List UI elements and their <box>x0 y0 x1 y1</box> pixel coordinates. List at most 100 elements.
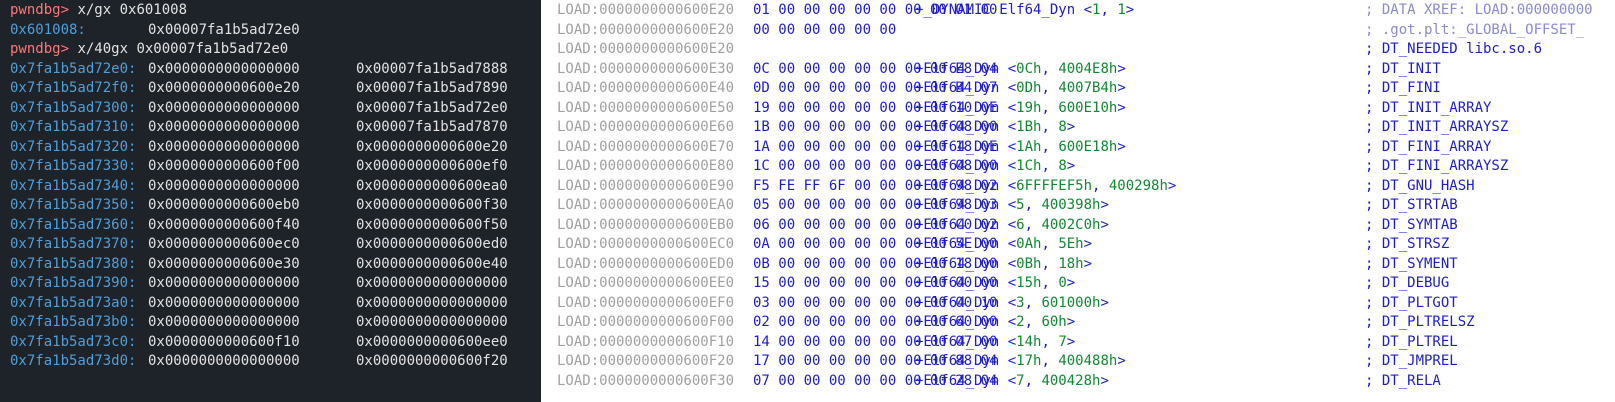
dyn-tag-comment: ; DT_SYMENT <box>1365 255 1458 272</box>
collapse-chevron-icon[interactable]: › <box>541 351 543 371</box>
collapse-chevron-icon[interactable]: › <box>541 293 543 313</box>
collapse-chevron-icon[interactable]: › <box>541 371 543 391</box>
collapse-chevron-icon[interactable]: › <box>541 98 543 118</box>
memory-value-qword: 0x0000000000600e30 <box>148 255 300 272</box>
disasm-line[interactable]: ›LOAD:0000000000600EF003 00 00 00 00 00 … <box>541 293 1615 313</box>
memory-address: 0x7fa1b5ad7390: <box>10 275 137 291</box>
elf64-dyn-structure[interactable]: +Elf64_Dyn <0Dh, 4007B4h> <box>915 78 1126 98</box>
ida-disassembly-view[interactable]: › LOAD:0000000000600E20 0 1 00 00 00 00 00 … <box>541 0 1615 402</box>
struct-type-text: +Elf64_Dyn < <box>915 158 1017 174</box>
xref-comment[interactable]: ; DATA XREF: LOAD:000000000 <box>1365 0 1593 20</box>
memory-address: 0x7fa1b5ad73d0: <box>10 353 137 369</box>
memory-dump-row: 0x7fa1b5ad7340: 0x0000000000000000 0x00000… <box>10 176 508 196</box>
disasm-line[interactable]: LOAD:0000000000600E20 ; DT_NEEDED libc.so… <box>541 39 1615 59</box>
struct-close: > <box>1066 314 1076 330</box>
memory-address: 0x7fa1b5ad7360: <box>10 216 137 233</box>
disasm-line[interactable]: ›LOAD:0000000000600F0002 00 00 00 00 00 … <box>541 312 1615 332</box>
dyn-tag-value: 1Bh <box>1016 119 1042 135</box>
xref-comment[interactable]: ; .got.plt:_GLOBAL_OFFSET_ <box>1365 20 1584 40</box>
collapse-chevron-icon[interactable]: › <box>541 59 543 79</box>
elf64-dyn-structure[interactable]: +Elf64_Dyn <17h, 400488h> <box>915 351 1126 371</box>
struct-close: > <box>1125 2 1135 18</box>
struct-close: > <box>1066 333 1076 350</box>
disasm-line[interactable]: ›LOAD:0000000000600E400D 00 00 00 00 00 … <box>541 78 1615 98</box>
collapse-chevron-icon[interactable]: › <box>541 156 543 176</box>
struct-close: > <box>1100 294 1109 311</box>
disasm-line[interactable]: ›LOAD:0000000000600EA005 00 00 00 00 00 … <box>541 195 1615 215</box>
collapse-chevron-icon[interactable]: › <box>541 254 543 274</box>
gdb-command-line: pwndbg> x/gx 0x601008 <box>10 0 187 20</box>
dyn-value: 5Eh <box>1058 236 1084 252</box>
elf64-dyn-structure[interactable]: +Elf64_Dyn <1Ah, 600E18h> <box>915 137 1126 157</box>
memory-value-qword: 0x0000000000600f20 <box>356 353 508 369</box>
dyn-tag-comment: ; DT_SYMTAB <box>1365 216 1458 233</box>
collapse-chevron-icon[interactable]: › <box>541 312 543 332</box>
dyn-tag-comment: ; DT_PLTREL <box>1365 333 1458 350</box>
disasm-line[interactable]: ›LOAD:0000000000600F2017 00 00 00 00 00 … <box>541 351 1615 371</box>
elf64-dyn-structure[interactable]: +Elf64_Dyn <0Ch, 4004E8h> <box>915 59 1126 79</box>
dyn-value: 601000h <box>1041 294 1101 311</box>
elf64-dyn-structure[interactable]: +Elf64_Dyn <1Bh, 8> <box>915 117 1075 137</box>
struct-separator: , <box>1041 158 1059 174</box>
struct-type-text: +Elf64_Dyn < <box>915 353 1017 369</box>
memory-dump-row: 0x7fa1b5ad7320: 0x0000000000000000 0x00000… <box>10 137 508 157</box>
struct-type-text: +Elf64_Dyn < <box>915 372 1017 389</box>
disasm-line[interactable]: ›LOAD:0000000000600E5019 00 00 00 00 00 … <box>541 98 1615 118</box>
disasm-line[interactable]: ›LOAD:0000000000600E801C 00 00 00 00 00 … <box>541 156 1615 176</box>
disasm-line[interactable]: ›LOAD:0000000000600EE015 00 00 00 00 00 … <box>541 273 1615 293</box>
gdb-terminal-pane[interactable]: pwndbg> x/gx 0x601008 0x601008: 0x00007fa1… <box>0 0 541 402</box>
dyn-tag-value: 1Ch <box>1016 158 1042 174</box>
disasm-line[interactable]: ›LOAD:0000000000600E701A 00 00 00 00 00 … <box>541 137 1615 157</box>
memory-dump-row: 0x7fa1b5ad7310: 0x0000000000000000 0x00007… <box>10 117 508 137</box>
elf64-dyn-structure[interactable]: +Elf64_Dyn <14h, 7> <box>915 332 1075 352</box>
dyn-value: 7 <box>1058 333 1067 350</box>
memory-value-qword: 0x0000000000600e20 <box>356 138 508 155</box>
struct-close: > <box>1100 197 1109 213</box>
struct-type-text: +Elf64_Dyn < <box>915 255 1017 272</box>
collapse-chevron-icon[interactable]: › <box>541 234 543 254</box>
dyn-tag-value: 0Dh <box>1016 80 1042 96</box>
elf64-dyn-structure[interactable]: +Elf64_Dyn <6, 4002C0h> <box>915 215 1109 235</box>
disasm-line[interactable]: ›LOAD:0000000000600E300C 00 00 00 00 00 … <box>541 59 1615 79</box>
disasm-line[interactable]: ›LOAD:0000000000600EB006 00 00 00 00 00 … <box>541 215 1615 235</box>
memory-value-qword: 0x0000000000000000 <box>148 99 300 116</box>
collapse-chevron-icon[interactable]: › <box>541 332 543 352</box>
elf64-dyn-structure[interactable]: +Elf64_Dyn <0Bh, 18h> <box>915 254 1092 274</box>
memory-dump-row: 0x7fa1b5ad7350: 0x0000000000600eb0 0x00000… <box>10 195 508 215</box>
elf64-dyn-structure[interactable]: +Elf64_Dyn <0Ah, 5Eh> <box>915 234 1092 254</box>
disasm-line[interactable]: ›LOAD:0000000000600F3007 00 00 00 00 00 … <box>541 371 1615 391</box>
memory-value-qword: 0x0000000000600e20 <box>148 80 300 96</box>
collapse-chevron-icon[interactable]: › <box>541 137 543 157</box>
dyn-tag-comment: ; DT_PLTGOT <box>1365 294 1458 311</box>
collapse-chevron-icon[interactable]: › <box>541 117 543 137</box>
segment-address: LOAD:0000000000600F00 <box>557 314 735 330</box>
disasm-line[interactable]: ›LOAD:0000000000600E2001 00 00 00 00 00 … <box>541 0 1615 20</box>
collapse-chevron-icon[interactable]: › <box>541 273 543 293</box>
dyn-tag-value: 3 <box>1016 294 1025 311</box>
elf64-dyn-structure[interactable]: +Elf64_Dyn <2, 60h> <box>915 312 1075 332</box>
collapse-chevron-icon[interactable]: › <box>541 176 543 196</box>
elf64-dyn-structure[interactable]: +Elf64_Dyn <7, 400428h> <box>915 371 1109 391</box>
disasm-line[interactable]: ›LOAD:0000000000600E90F5 FE FF 6F 00 00 … <box>541 176 1615 196</box>
collapse-chevron-icon[interactable]: › <box>541 0 543 20</box>
elf64-dyn-structure[interactable]: +Elf64_Dyn <5, 400398h> <box>915 195 1109 215</box>
disasm-line[interactable]: ›LOAD:0000000000600E601B 00 00 00 00 00 … <box>541 117 1615 137</box>
elf64-dyn-structure[interactable]: +Elf64_Dyn <1Ch, 8> <box>915 156 1075 176</box>
disasm-line[interactable]: ›LOAD:0000000000600EC00A 00 00 00 00 00 … <box>541 234 1615 254</box>
disasm-line[interactable]: LOAD:0000000000600E20 00 00 00 00 00 00 ; … <box>541 20 1615 40</box>
memory-value-qword: 0x0000000000600f50 <box>356 216 508 233</box>
elf64-dyn-structure[interactable]: +Elf64_Dyn <6FFFFEF5h, 400298h> <box>915 176 1176 196</box>
elf64-dyn-structure[interactable]: +Elf64_Dyn <15h, 0> <box>915 273 1075 293</box>
memory-dump-row: 0x7fa1b5ad73b0: 0x0000000000000000 0x00000… <box>10 312 508 332</box>
elf64-dyn-structure[interactable]: +_DYNAMIC Elf64_Dyn <1, 1> <box>915 0 1134 20</box>
elf64-dyn-structure[interactable]: +Elf64_Dyn <19h, 600E10h> <box>915 98 1126 118</box>
disasm-line[interactable]: ›LOAD:0000000000600F1014 00 00 00 00 00 … <box>541 332 1615 352</box>
disasm-line[interactable]: ›LOAD:0000000000600ED00B 00 00 00 00 00 … <box>541 254 1615 274</box>
collapse-chevron-icon[interactable]: › <box>541 215 543 235</box>
dyn-tag-comment: ; DT_JMPREL <box>1365 353 1458 369</box>
collapse-chevron-icon[interactable]: › <box>541 195 543 215</box>
collapse-chevron-icon[interactable]: › <box>541 78 543 98</box>
memory-value-qword: 0x0000000000600ee0 <box>356 333 508 350</box>
elf64-dyn-structure[interactable]: +Elf64_Dyn <3, 601000h> <box>915 293 1109 313</box>
struct-close: > <box>1083 236 1093 252</box>
